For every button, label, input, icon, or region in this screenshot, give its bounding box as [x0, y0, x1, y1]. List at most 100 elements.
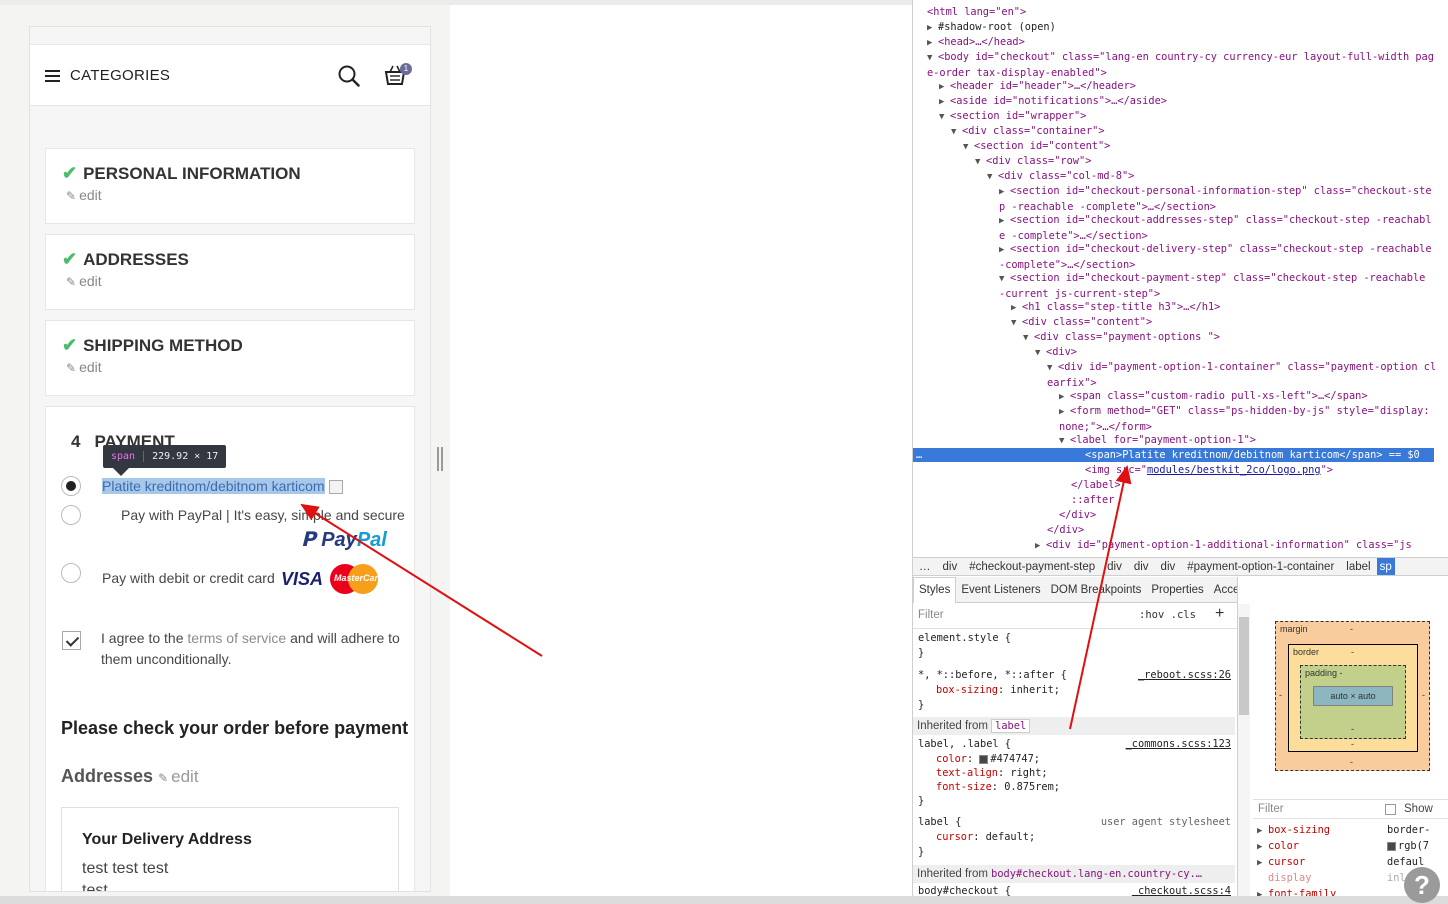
- show-all-checkbox[interactable]: [1385, 804, 1396, 815]
- tree-node[interactable]: ▼ <div class="content">: [1011, 315, 1152, 330]
- computed-filter-input[interactable]: Filter: [1258, 803, 1284, 815]
- color-swatch-icon[interactable]: [979, 754, 989, 764]
- tree-node[interactable]: <html lang="en">: [927, 5, 1026, 19]
- breadcrumb-item[interactable]: div: [1101, 558, 1128, 575]
- box-model-content[interactable]: auto × auto: [1313, 686, 1393, 706]
- tree-node[interactable]: ▼ <div class="col-md-8">: [987, 169, 1134, 184]
- breadcrumb-item[interactable]: #checkout-payment-step: [963, 558, 1101, 575]
- tree-node[interactable]: ▶ <form method="GET" class="ps-hidden-by-…: [1059, 404, 1437, 434]
- cart-button[interactable]: 1: [384, 63, 412, 87]
- computed-property-row[interactable]: ▶ color rgb(7: [1257, 838, 1448, 855]
- rule-selector[interactable]: element.style {: [918, 631, 1011, 645]
- box-model-border[interactable]: border - - padding - auto × auto -: [1288, 644, 1418, 752]
- tree-node[interactable]: ▼ <div>: [1035, 345, 1077, 360]
- tree-node[interactable]: ▼ <section id="checkout-payment-step" cla…: [999, 271, 1437, 301]
- terms-checkbox[interactable]: [62, 631, 81, 650]
- bottom-scrollbar[interactable]: [0, 896, 1448, 904]
- breadcrumb-item[interactable]: div: [1128, 558, 1155, 575]
- search-icon[interactable]: [338, 65, 360, 87]
- tab-properties[interactable]: Properties: [1146, 578, 1208, 603]
- terms-of-service-link[interactable]: terms of service: [187, 630, 286, 646]
- tree-node[interactable]: ▼ <label for="payment-option-1">: [1059, 433, 1256, 448]
- tree-node[interactable]: </div>: [1047, 523, 1084, 537]
- payment-option-1-radio[interactable]: [61, 476, 81, 496]
- tree-node-dots[interactable]: …: [916, 448, 922, 462]
- tree-node[interactable]: <img src="modules/bestkit_2co/logo.png">: [1085, 463, 1333, 477]
- hov-toggle[interactable]: :hov .cls: [1139, 609, 1196, 621]
- rule-declaration[interactable]: font-size: 0.875rem;: [936, 780, 1060, 794]
- rule-source-link[interactable]: _commons.scss:123: [1126, 737, 1231, 751]
- tree-node[interactable]: ▶ <span class="custom-radio pull-xs-left"…: [1059, 389, 1368, 404]
- tree-node[interactable]: ▶ <section id="checkout-delivery-step" cl…: [999, 242, 1437, 272]
- breadcrumb-item[interactable]: label: [1340, 558, 1376, 575]
- payment-option-3-label[interactable]: Pay with debit or credit card: [102, 570, 275, 586]
- rule-declaration[interactable]: text-align: right;: [936, 766, 1048, 780]
- step-personal-information: ✔ PERSONAL INFORMATION ✎ edit: [45, 148, 415, 224]
- tooltip-arrow: [113, 468, 129, 476]
- tree-node[interactable]: ▶ <section id="checkout-addresses-step" c…: [999, 213, 1437, 243]
- viewport-resize-handle[interactable]: [437, 447, 443, 471]
- tree-node[interactable]: ▼ <div id="payment-option-1-container" cl…: [1047, 360, 1437, 390]
- step-title[interactable]: ✔ ADDRESSES: [62, 249, 189, 270]
- tab-accessibility[interactable]: Accessibility: [1209, 578, 1237, 603]
- hamburger-menu-icon[interactable]: [45, 70, 60, 82]
- tree-node[interactable]: ▶ <head>…</head>: [927, 35, 1025, 50]
- breadcrumb-item[interactable]: div: [1155, 558, 1182, 575]
- tree-node[interactable]: ▼ <section id="wrapper">: [939, 109, 1086, 124]
- payment-option-1-label[interactable]: Platite kreditnom/debitnom karticom: [102, 478, 343, 495]
- tree-node[interactable]: ▶ <div id="payment-option-1-additional-in…: [1035, 538, 1412, 553]
- rule-selector[interactable]: label, .label {: [918, 737, 1011, 751]
- payment-option-2-label[interactable]: Pay with PayPal | It's easy, simple and …: [121, 507, 405, 523]
- breadcrumb-item[interactable]: #payment-option-1-container: [1181, 558, 1340, 575]
- tree-node[interactable]: ▼ <body id="checkout" class="lang-en coun…: [927, 50, 1437, 80]
- rule-selector[interactable]: body#checkout {: [918, 884, 1011, 896]
- help-question-icon[interactable]: ?: [1404, 867, 1440, 903]
- paypal-text-b: Pal: [356, 529, 387, 551]
- step-title[interactable]: ✔ SHIPPING METHOD: [62, 335, 243, 356]
- computed-property-row[interactable]: ▶ box-sizing border-: [1257, 822, 1448, 839]
- tree-node[interactable]: ▶ <h1 class="step-title h3">…</h1>: [1011, 300, 1220, 315]
- tree-node[interactable]: ▶ #shadow-root (open): [927, 20, 1056, 35]
- breadcrumb-item[interactable]: div: [937, 558, 964, 575]
- tab-event-listeners[interactable]: Event Listeners: [956, 578, 1045, 603]
- breadcrumb-item-current[interactable]: sp: [1376, 558, 1395, 575]
- tree-node[interactable]: ▼ <div class="container">: [951, 124, 1105, 139]
- styles-scrollbar-thumb[interactable]: [1239, 617, 1249, 715]
- edit-link[interactable]: ✎ edit: [66, 187, 102, 203]
- tree-node[interactable]: </div>: [1059, 508, 1096, 522]
- payment-option-2-radio[interactable]: [61, 505, 81, 525]
- rule-source-link[interactable]: _checkout.scss:4: [1132, 884, 1231, 896]
- edit-link[interactable]: ✎ edit: [66, 273, 102, 289]
- mastercard-text: MasterCard: [334, 573, 384, 583]
- rule-declaration[interactable]: cursor: default;: [936, 830, 1035, 844]
- checkmark-icon: ✔: [62, 249, 78, 269]
- rule-declaration[interactable]: color: #474747;: [936, 752, 1040, 766]
- tree-node[interactable]: ▶ <header id="header">…</header>: [939, 79, 1136, 94]
- box-model-padding[interactable]: padding - auto × auto -: [1300, 665, 1406, 739]
- rule-selector[interactable]: label {: [918, 815, 961, 829]
- tab-styles[interactable]: Styles: [913, 577, 957, 603]
- rule-source-link[interactable]: _reboot.scss:26: [1138, 668, 1231, 682]
- edit-link[interactable]: ✎ edit: [66, 359, 102, 375]
- addresses-edit-link[interactable]: ✎ edit: [158, 767, 198, 786]
- step-title[interactable]: ✔ PERSONAL INFORMATION: [62, 163, 301, 184]
- inherited-tag[interactable]: label: [991, 719, 1031, 733]
- tree-node[interactable]: ▶ <aside id="notifications">…</aside>: [939, 94, 1167, 109]
- box-model-margin[interactable]: margin - - - - border - - padding - auto…: [1275, 621, 1430, 771]
- tree-node[interactable]: ▶ <section id="checkout-personal-informat…: [999, 184, 1437, 214]
- payment-option-3-radio[interactable]: [61, 563, 81, 583]
- rule-selector[interactable]: *, *::before, *::after {: [918, 668, 1067, 682]
- styles-filter-input[interactable]: Filter: [918, 609, 944, 621]
- tree-node[interactable]: </label>: [1071, 478, 1121, 492]
- tree-node[interactable]: ▼ <section id="content">: [963, 139, 1110, 154]
- tree-node[interactable]: ▼ <div class="payment-options ">: [1023, 330, 1220, 345]
- rule-declaration[interactable]: box-sizing: inherit;: [936, 683, 1060, 697]
- breadcrumb-item[interactable]: …: [913, 558, 937, 575]
- tree-node[interactable]: ▼ <div class="row">: [975, 154, 1091, 169]
- new-rule-button[interactable]: +: [1215, 605, 1224, 623]
- tab-dom-breakpoints[interactable]: DOM Breakpoints: [1046, 578, 1147, 603]
- tree-node[interactable]: ::after: [1071, 493, 1114, 507]
- tree-node-selected[interactable]: <span>Platite kreditnom/debitnom kartico…: [1085, 448, 1420, 462]
- categories-label[interactable]: CATEGORIES: [70, 67, 170, 84]
- inherited-tag[interactable]: body#checkout.lang-en.country-cy.…: [991, 868, 1202, 880]
